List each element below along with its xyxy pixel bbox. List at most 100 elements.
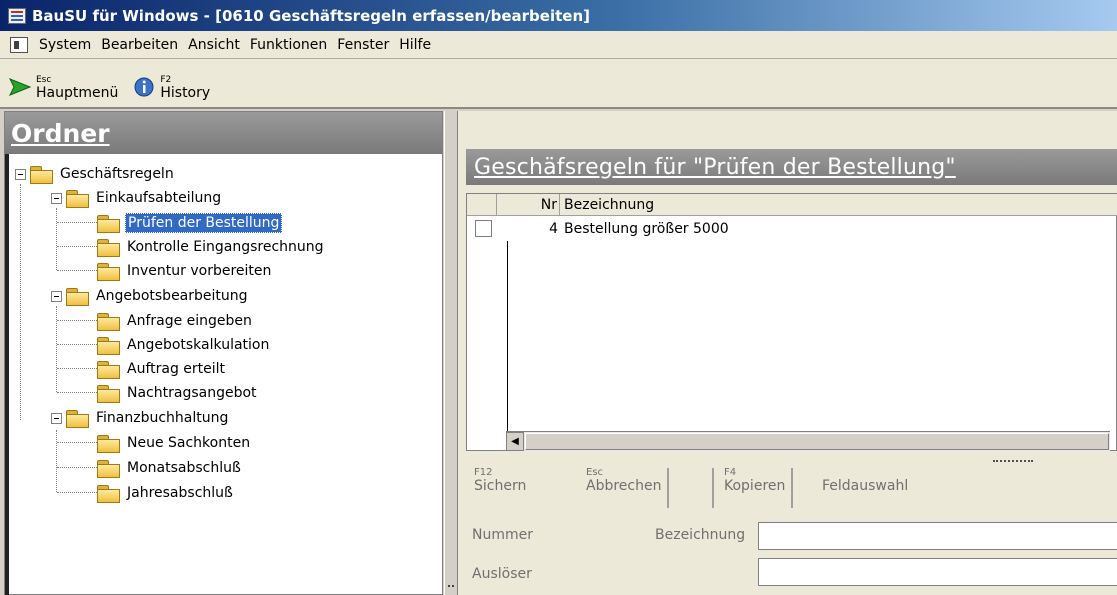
main-menu-label: Hauptmenü [36,85,119,101]
tree-node-nachtragsangebot[interactable]: Nachtragsangebot [97,381,259,405]
folder-icon [97,215,120,233]
scroll-left-icon[interactable]: ◀ [506,432,524,451]
tree-label: Finanzbuchhaltung [96,410,229,426]
nummer-label: Nummer [472,527,533,543]
folder-icon [97,485,120,503]
folder-panel: Ordner Geschäftsregeln Einkaufsabteilung… [4,111,443,595]
tree-node-anfrage-eingeben[interactable]: Anfrage eingeben [97,309,254,333]
copy-shortcut: F4 [724,467,737,478]
row-nr: 4 [549,221,558,237]
menu-system[interactable]: System [34,37,96,53]
folder-icon [97,239,120,257]
grid-select-column [467,194,497,216]
save-button[interactable]: F12 Sichern [474,468,526,508]
system-menu-icon[interactable] [10,36,28,53]
tree-line [57,246,97,247]
folder-panel-header: Ordner [5,112,442,154]
menu-fenster[interactable]: Fenster [332,37,394,53]
column-header-nr[interactable]: Nr [497,194,560,216]
tree-label: Anfrage eingeben [127,313,252,329]
action-bar: F12 Sichern Esc Abbrechen F4 Kopieren Fe… [466,466,1117,510]
tree-node-angebotskalkulation[interactable]: Angebotskalkulation [97,333,271,357]
tree-label: Angebotskalkulation [127,337,270,353]
folder-icon [97,337,120,355]
history-button[interactable]: F2 History [132,66,210,100]
tree-node-pruefen-der-bestellung[interactable]: Prüfen der Bestellung [97,211,283,235]
copy-label: Kopieren [724,478,786,494]
grid-separator [507,241,508,431]
column-header-bezeichnung[interactable]: Bezeichnung [561,194,1117,216]
folder-icon [97,385,120,403]
panel-splitter[interactable] [444,111,458,595]
tree-node-kontrolle-eingangsrechnung[interactable]: Kontrolle Eingangsrechnung [97,235,326,259]
collapse-icon[interactable] [51,290,62,302]
tree-label: Jahresabschluß [127,485,233,501]
rules-panel-header: Geschäfsregeln für "Prüfen der Bestellun… [466,149,1117,185]
ausloeser-label: Auslöser [472,566,532,582]
panel-edge [5,154,9,595]
menu-bearbeiten[interactable]: Bearbeiten [96,37,183,53]
folder-icon [66,288,89,306]
cancel-shortcut: Esc [586,467,604,478]
bezeichnung-label: Bezeichnung [655,527,746,543]
tree-label: Monatsabschluß [127,460,241,476]
tree-line [57,442,97,443]
ausloeser-field[interactable] [758,558,1117,586]
bezeichnung-field[interactable] [758,522,1117,550]
splitter-grip-icon [448,585,454,591]
tree-line [57,368,97,369]
cancel-label: Abbrechen [586,478,662,494]
tree-node-neue-sachkonten[interactable]: Neue Sachkonten [97,431,252,455]
tree-label: Auftrag erteilt [127,361,226,377]
folder-panel-title: Ordner [11,118,110,148]
window-title: BauSU für Windows - [0610 Geschäftsregel… [32,6,590,25]
folder-icon [97,313,120,331]
tree-line [56,208,57,270]
folder-icon [66,410,89,428]
app-icon [8,7,26,24]
tree-node-root[interactable]: Geschäftsregeln [15,162,176,186]
tree-node-einkaufsabteilung[interactable]: Einkaufsabteilung [51,186,223,210]
row-checkbox[interactable] [475,220,492,237]
tree-label: Neue Sachkonten [127,435,251,451]
tree-node-monatsabschluss[interactable]: Monatsabschluß [97,456,243,480]
tree-line [56,306,57,392]
copy-button[interactable]: F4 Kopieren [712,467,794,508]
folder-icon [30,166,53,184]
horizontal-scrollbar[interactable]: ◀ [506,431,1110,451]
menu-ansicht[interactable]: Ansicht [183,37,245,53]
menu-funktionen[interactable]: Funktionen [245,37,332,53]
info-icon [132,76,156,98]
folder-icon [97,460,120,478]
collapse-icon[interactable] [51,412,62,424]
tree-node-inventur-vorbereiten[interactable]: Inventur vorbereiten [97,259,273,283]
tree-line [57,467,97,468]
cancel-button[interactable]: Esc Abbrechen [586,467,670,508]
menu-bar: System Bearbeiten Ansicht Funktionen Fen… [0,31,1117,59]
main-menu-button[interactable]: Esc Hauptmenü [8,66,118,100]
tree-node-finanzbuchhaltung[interactable]: Finanzbuchhaltung [51,406,230,430]
tree-line [57,222,97,223]
collapse-icon[interactable] [51,192,62,204]
tree-label: Geschäftsregeln [60,166,174,182]
tree-label: Angebotsbearbeitung [96,288,248,304]
scrollbar-thumb[interactable] [525,433,1109,450]
folder-icon [97,361,120,379]
history-shortcut: F2 [160,75,172,85]
field-selection-button[interactable]: Feldauswahl [822,478,908,518]
tree-line [57,392,97,393]
main-menu-shortcut: Esc [36,75,52,85]
menu-hilfe[interactable]: Hilfe [394,37,436,53]
table-row[interactable]: 4 Bestellung größer 5000 [467,217,1117,241]
folder-icon [97,263,120,281]
folder-icon [66,190,89,208]
tree-node-angebotsbearbeitung[interactable]: Angebotsbearbeitung [51,284,250,308]
resize-grip-icon[interactable] [993,460,1033,464]
tree-node-auftrag-erteilt[interactable]: Auftrag erteilt [97,357,227,381]
history-label: History [160,85,211,101]
collapse-icon[interactable] [15,168,26,180]
tree-node-jahresabschluss[interactable]: Jahresabschluß [97,481,235,505]
tree-line [57,270,97,271]
folder-icon [97,435,120,453]
rules-panel-title: Geschäfsregeln für "Prüfen der Bestellun… [474,154,956,180]
